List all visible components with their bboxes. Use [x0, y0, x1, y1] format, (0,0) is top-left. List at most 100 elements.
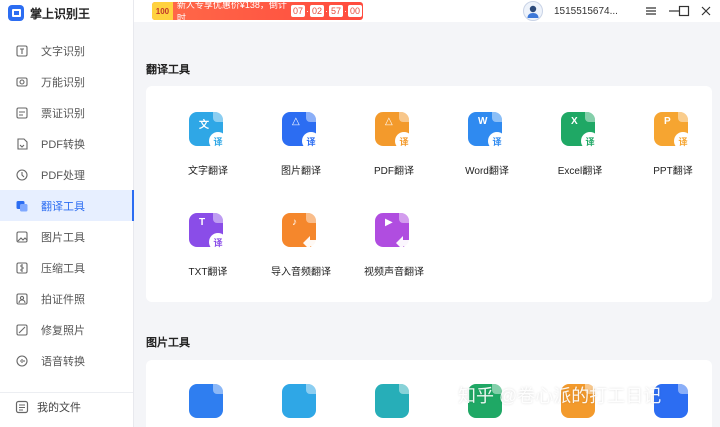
tool-7[interactable]: T 译 TXT翻译 [168, 213, 248, 278]
image-tool-1[interactable] [168, 384, 248, 422]
image-tool-2[interactable] [261, 384, 341, 422]
tool-label: PDF翻译 [374, 166, 414, 177]
promo-text: 新人专享优惠价¥138，倒计时 [176, 0, 287, 23]
username: 1515515674... [554, 5, 618, 17]
my-files-button[interactable]: 我的文件 [0, 392, 133, 420]
tool-icon: 文译 [189, 112, 227, 150]
sidebar-item-label: PDF处理 [41, 169, 85, 182]
translate-badge-icon: 译 [488, 132, 506, 150]
close-icon [701, 6, 711, 16]
tool-label: Word翻译 [465, 166, 509, 177]
photo-repair-icon [16, 323, 28, 336]
tool-glyph: △ [292, 116, 300, 127]
pdf-process-icon [16, 168, 28, 181]
avatar[interactable] [523, 1, 543, 21]
translate-badge-icon: 译 [209, 132, 227, 150]
user-avatar-icon [527, 5, 539, 18]
sidebar-item-label: 压缩工具 [41, 262, 85, 275]
tool-glyph: W [478, 116, 488, 127]
sidebar-nav: 文字识别万能识别 票证识别 PDF转换 PDF处理翻译工具图片工具压缩工具拍证件照修复… [0, 35, 134, 376]
sidebar-item-text-recognition[interactable]: 文字识别 [0, 35, 133, 66]
tool-glyph: P [664, 116, 671, 127]
voice-convert-icon [16, 354, 28, 367]
tool-4[interactable]: W 译 Word翻译 [447, 112, 527, 177]
tool-glyph: T [199, 217, 206, 228]
tool-icon: W译 [468, 112, 506, 150]
folder-icon [15, 400, 29, 413]
tool-label: 导入音频翻译 [271, 267, 331, 278]
app-window: 掌上识别王 文字识别 万能识别 票证识别 PDF转换 PDF处理 翻译工具 图片工具 压缩工具… [0, 0, 720, 427]
sidebar-item-label: 图片工具 [41, 231, 85, 244]
sidebar-item-universal-recognition[interactable]: 万能识别 [0, 66, 133, 97]
tool-glyph: X [571, 116, 578, 127]
sidebar-item-label: 文字识别 [41, 45, 85, 58]
menu-button[interactable] [642, 2, 660, 20]
translate-tools-card: 文译文字翻译 △ 译图片翻译 △ 译 PDF翻译 W 译 Word翻译 X 译 Excel翻译 P 译 PP… [146, 86, 712, 302]
sidebar-item-ticket-recognition[interactable]: 票证识别 [0, 97, 133, 128]
sidebar-item-image-tool[interactable]: 图片工具 [0, 221, 133, 252]
image-tool-icon [16, 230, 28, 243]
sidebar: 掌上识别王 文字识别万能识别 票证识别 PDF转换 PDF处理翻译工具图片工具压缩工具… [0, 0, 134, 427]
maximize-button[interactable] [675, 2, 693, 20]
tool-icon: T译 [189, 213, 227, 251]
translate-badge-icon: 译 [209, 233, 227, 251]
sidebar-item-compress[interactable]: 压缩工具 [0, 252, 133, 283]
arrow-icon [303, 236, 319, 250]
tool-icon: △ 译 [375, 112, 413, 150]
tool-9[interactable]: ▶ 视频声音翻译 [354, 213, 434, 278]
logo-icon [8, 5, 24, 21]
promo-badge: 100 [155, 6, 170, 16]
tool-glyph: △ [385, 116, 393, 127]
sidebar-item-pdf-convert[interactable]: PDF转换 [0, 128, 133, 159]
tool-label: TXT翻译 [188, 267, 228, 278]
tool-icon: ▶ [375, 213, 413, 251]
app-title: 掌上识别王 [30, 6, 91, 21]
countdown-seconds: 57 [328, 5, 343, 17]
universal-recognition-icon [16, 76, 28, 87]
sidebar-item-label: 翻译工具 [41, 200, 85, 213]
menu-icon [646, 7, 656, 15]
my-files-label: 我的文件 [37, 401, 81, 414]
tool-2[interactable]: △ 译图片翻译 [261, 112, 341, 177]
watermark: 知乎 @卷心派的打工日记 [458, 386, 662, 406]
text-recognition-icon [16, 44, 28, 57]
tool-label: 文字翻译 [188, 166, 228, 177]
translate-badge-icon: 译 [302, 132, 320, 150]
tool-3[interactable]: △ 译 PDF翻译 [354, 112, 434, 177]
user-area[interactable]: 1515515674... [523, 0, 618, 22]
countdown-centiseconds: 00 [347, 5, 362, 17]
tool-glyph: ♪ [292, 217, 297, 228]
maximize-icon [678, 5, 690, 17]
sidebar-item-translate[interactable]: 翻译工具 [0, 190, 134, 221]
image-tool-icon [189, 384, 227, 422]
tool-icon: ♪ [282, 213, 320, 251]
app-logo: 掌上识别王 [8, 4, 90, 22]
sidebar-item-voice-convert[interactable]: 语音转换 [0, 345, 133, 376]
translate-icon [16, 200, 28, 211]
translate-section-title: 翻译工具 [146, 64, 190, 76]
tool-5[interactable]: X 译 Excel翻译 [540, 112, 620, 177]
translate-badge-icon: 译 [581, 132, 599, 150]
translate-badge-icon: 译 [395, 132, 413, 150]
tool-icon: X译 [561, 112, 599, 150]
tool-label: Excel翻译 [557, 166, 603, 177]
ticket-recognition-icon [16, 106, 28, 119]
tool-8[interactable]: ♪ 导入音频翻译 [261, 213, 341, 278]
sidebar-item-photo-repair[interactable]: 修复照片 [0, 314, 133, 345]
sidebar-item-pdf-process[interactable]: PDF处理 [0, 159, 133, 190]
tool-label: PPT翻译 [653, 166, 693, 177]
tool-icon: P译 [654, 112, 692, 150]
promo-banner[interactable]: 100 新人专享优惠价¥138，倒计时 07 · 02 · 57 · 00 [152, 0, 363, 23]
sidebar-item-id-photo[interactable]: 拍证件照 [0, 283, 133, 314]
tool-1[interactable]: 文译文字翻译 [168, 112, 248, 177]
image-tool-3[interactable] [354, 384, 434, 422]
gift-icon: 100 [152, 2, 173, 20]
pdf-convert-icon [17, 137, 28, 150]
tool-label: 视频声音翻译 [364, 267, 424, 278]
sidebar-item-label: 修复照片 [41, 324, 85, 337]
close-button[interactable] [697, 2, 715, 20]
image-section-title: 图片工具 [146, 337, 190, 349]
image-tool-icon [375, 384, 413, 422]
tool-6[interactable]: P 译 PPT翻译 [633, 112, 713, 177]
countdown-minutes: 02 [309, 5, 324, 17]
